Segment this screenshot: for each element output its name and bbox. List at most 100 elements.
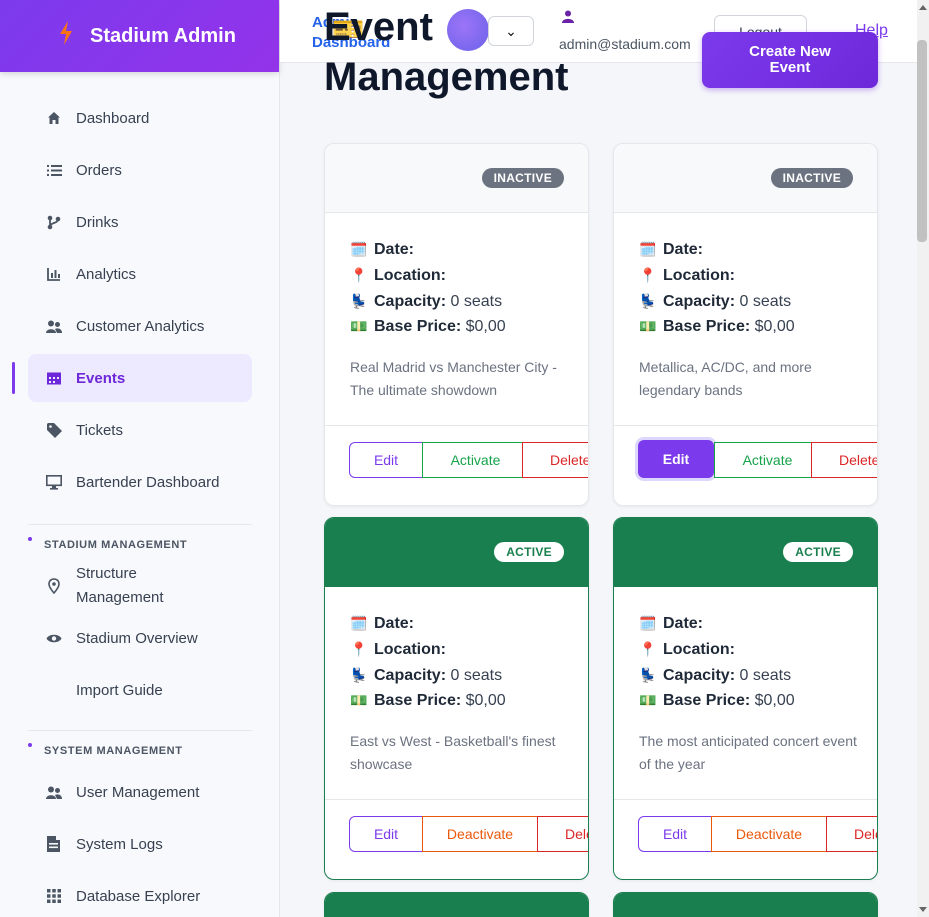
sidebar-item-drinks[interactable]: Drinks <box>28 198 252 246</box>
capacity-field: 💺 Capacity: 0 seats <box>350 289 588 315</box>
price-label: Base Price: <box>663 692 751 710</box>
location-field: 📍 Location: <box>350 637 588 663</box>
stadium-nav: Structure Management Stadium Overview Imp… <box>28 562 252 718</box>
sidebar-item-events[interactable]: Events <box>12 354 252 402</box>
event-description: Metallica, AC/DC, and more legendary ban… <box>639 359 812 398</box>
capacity-field: 💺 Capacity: 0 seats <box>639 663 877 689</box>
location-label: Location: <box>663 640 735 658</box>
location-label: Location: <box>663 266 735 284</box>
user-icon <box>562 10 574 26</box>
monitor-icon <box>46 474 62 490</box>
sidebar-item-stadium-overview[interactable]: Stadium Overview <box>28 614 252 662</box>
location-field: 📍 Location: <box>639 637 877 663</box>
event-card <box>324 892 589 917</box>
system-nav: User Management System Logs Database Exp… <box>28 768 252 917</box>
scroll-up-icon[interactable] <box>919 5 927 10</box>
sidebar-item-customer-analytics[interactable]: Customer Analytics <box>28 302 252 350</box>
location-label: Location: <box>374 266 446 284</box>
price-field: 💵 Base Price: $0,00 <box>639 688 877 714</box>
log-icon <box>46 836 62 852</box>
price-label: Base Price: <box>374 692 462 710</box>
blank-icon <box>46 682 62 698</box>
sidebar-item-label: Bartender Dashboard <box>76 473 220 491</box>
card-actions: Edit Activate Delete <box>614 425 877 505</box>
location-label: Location: <box>374 640 446 658</box>
sidebar-item-dashboard[interactable]: Dashboard <box>28 94 252 142</box>
sidebar-item-user-management[interactable]: User Management <box>28 768 252 816</box>
sidebar-nav: Dashboard Orders Drinks Analytics Custom… <box>12 94 252 510</box>
edit-button[interactable]: Edit <box>349 442 423 478</box>
sidebar-item-database-explorer[interactable]: Database Explorer <box>28 872 252 917</box>
sidebar-item-label: Drinks <box>76 213 119 231</box>
sidebar-item-bartender-dashboard[interactable]: Bartender Dashboard <box>28 458 252 506</box>
delete-button[interactable]: Delete <box>811 442 877 478</box>
deactivate-button[interactable]: Deactivate <box>711 816 827 852</box>
sidebar-item-analytics[interactable]: Analytics <box>28 250 252 298</box>
money-icon: 💵 <box>350 318 368 335</box>
scrollbar[interactable] <box>917 0 929 917</box>
sidebar-item-label: Import Guide <box>76 681 163 699</box>
pin-icon: 📍 <box>350 640 368 657</box>
create-event-button[interactable]: Create New Event <box>702 32 878 88</box>
status-badge: INACTIVE <box>770 168 853 188</box>
delete-button[interactable]: Delete <box>537 816 588 852</box>
seat-icon: 💺 <box>350 666 368 683</box>
card-header: ACTIVE <box>325 518 588 587</box>
eye-icon <box>46 630 62 646</box>
card-header: ACTIVE <box>614 518 877 587</box>
activate-button[interactable]: Activate <box>422 442 529 478</box>
price-field: 💵 Base Price: $0,00 <box>639 314 877 340</box>
activate-button[interactable]: Activate <box>714 442 821 478</box>
sidebar-item-orders[interactable]: Orders <box>28 146 252 194</box>
chevron-down-icon[interactable]: ⌄ <box>488 16 534 46</box>
delete-button[interactable]: Delete <box>826 816 877 852</box>
users-icon <box>46 784 62 800</box>
date-field: 🗓️ Date: <box>639 611 877 637</box>
money-icon: 💵 <box>350 692 368 709</box>
scroll-down-icon[interactable] <box>919 907 927 912</box>
delete-button[interactable]: Delete <box>522 442 588 478</box>
card-actions: Edit Deactivate Delete <box>325 799 588 879</box>
sidebar-item-tickets[interactable]: Tickets <box>28 406 252 454</box>
event-description: East vs West - Basketball's finest showc… <box>350 733 556 772</box>
location-field: 📍 Location: <box>639 263 877 289</box>
sidebar: Stadium Admin Dashboard Orders Drinks An… <box>0 0 280 917</box>
card-header <box>614 893 877 917</box>
sidebar-item-label: Orders <box>76 161 122 179</box>
pin-icon: 📍 <box>639 640 657 657</box>
calendar-icon: 🗓️ <box>639 241 657 257</box>
sidebar-item-import-guide[interactable]: Import Guide <box>28 666 252 714</box>
edit-button[interactable]: Edit <box>349 816 423 852</box>
sidebar-item-label: Database Explorer <box>76 887 201 905</box>
date-field: 🗓️ Date: <box>639 237 877 263</box>
avatar[interactable] <box>447 9 489 51</box>
capacity-label: Capacity: <box>663 292 736 310</box>
label-line-1: Structure <box>76 565 137 582</box>
sidebar-item-system-logs[interactable]: System Logs <box>28 820 252 868</box>
capacity-field: 💺 Capacity: 0 seats <box>350 663 588 689</box>
pin-icon: 📍 <box>350 266 368 283</box>
edit-button[interactable]: Edit <box>638 440 714 478</box>
edit-button[interactable]: Edit <box>638 816 712 852</box>
capacity-label: Capacity: <box>663 666 736 684</box>
card-actions: Edit Activate Delete <box>325 425 588 505</box>
map-pin-icon <box>46 578 62 594</box>
deactivate-button[interactable]: Deactivate <box>422 816 538 852</box>
date-field: 🗓️ Date: <box>350 237 588 263</box>
user-email: admin@stadium.com <box>559 36 691 52</box>
price-value: $0,00 <box>754 318 795 336</box>
seat-icon: 💺 <box>350 292 368 309</box>
card-header <box>325 893 588 917</box>
date-label: Date: <box>663 615 704 632</box>
event-description: The most anticipated concert event of th… <box>639 733 857 772</box>
location-field: 📍 Location: <box>350 263 588 289</box>
sidebar-item-label: Dashboard <box>76 109 150 127</box>
sidebar-item-structure-management[interactable]: Structure Management <box>28 562 252 610</box>
calendar-icon: 🗓️ <box>639 615 657 631</box>
scrollbar-thumb[interactable] <box>917 40 927 242</box>
event-description: Real Madrid vs Manchester City - The ult… <box>350 359 557 398</box>
sidebar-item-label: Stadium Overview <box>76 629 198 647</box>
card-body: 🗓️ Date: 📍 Location: 💺 Capacity: 0 seats 💵 B… <box>614 587 877 799</box>
bar-chart-icon <box>46 266 62 282</box>
price-field: 💵 Base Price: $0,00 <box>350 314 588 340</box>
